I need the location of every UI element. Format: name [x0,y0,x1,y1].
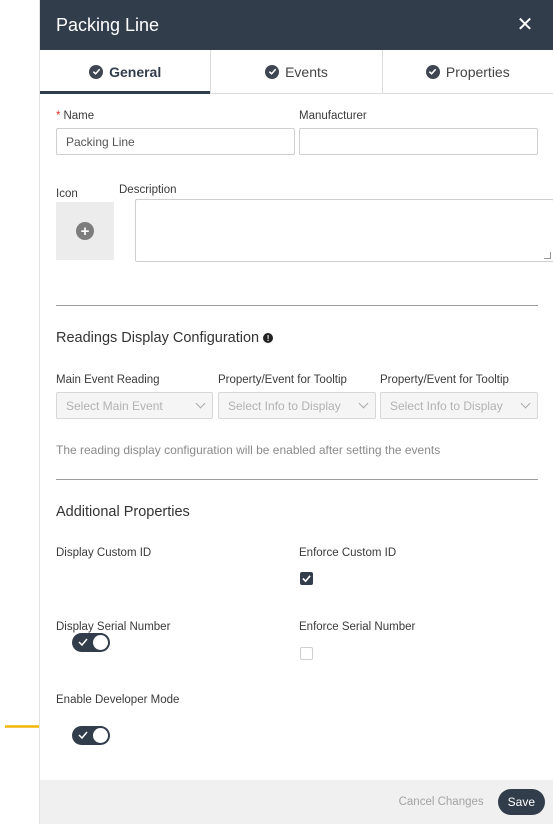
additional-section-title: Additional Properties [56,504,190,520]
toggle-knob [93,635,108,650]
enforce-serial-checkbox[interactable] [300,647,313,660]
main-event-select[interactable]: Select Main Event [56,392,213,419]
readings-note: The reading display configuration will b… [56,443,441,457]
tab-label: Events [285,63,328,80]
display-custom-id-toggle[interactable] [72,633,110,652]
icon-upload-button[interactable]: + [56,202,114,260]
info-icon[interactable]: ! [263,333,274,344]
chevron-down-icon [520,398,531,409]
enforce-custom-id-label: Enforce Custom ID [299,547,397,559]
tooltip1-label: Property/Event for Tooltip [218,374,347,386]
tab-bar: General Events Properties [40,50,553,94]
check-icon [302,575,311,583]
check-circle-icon [89,64,104,79]
enforce-serial-label: Enforce Serial Number [299,621,416,633]
tooltip2-select[interactable]: Select Info to Display [380,392,538,419]
resize-grip-icon[interactable] [544,252,551,259]
required-marker: * [56,110,61,122]
tooltip2-label: Property/Event for Tooltip [380,374,509,386]
tab-properties[interactable]: Properties [383,50,553,93]
tab-label: Properties [445,63,510,80]
main-event-label: Main Event Reading [56,374,160,386]
name-label: * Name [56,110,95,122]
check-icon [78,731,88,740]
chevron-down-icon [195,398,206,409]
name-input[interactable]: Packing Line [56,128,295,155]
panel-title: Packing Line [56,14,160,35]
check-icon [78,638,88,647]
enforce-custom-id-checkbox[interactable] [300,572,313,585]
close-icon[interactable]: ✕ [513,15,537,35]
tooltip1-select[interactable]: Select Info to Display [218,392,376,419]
chevron-down-icon [358,398,369,409]
description-label: Description [119,184,177,196]
section-divider [56,479,538,480]
tab-label: General [109,63,162,80]
manufacturer-label: Manufacturer [299,110,367,122]
check-circle-icon [265,64,280,79]
toggle-knob [93,728,108,743]
asset-editor-panel: Packing Line ✕ General Events Properties… [39,0,553,824]
check-circle-icon [425,64,440,79]
plus-icon: + [76,222,94,240]
developer-mode-label: Enable Developer Mode [56,694,180,706]
cancel-changes-button[interactable]: Cancel Changes [399,796,484,808]
tab-events[interactable]: Events [211,50,383,93]
description-textarea[interactable] [135,199,553,262]
readings-section-title: Readings Display Configuration! [56,330,274,346]
form-body: * Name Packing Line Manufacturer Icon + D… [40,95,553,824]
display-serial-label: Display Serial Number [56,621,171,633]
save-button[interactable]: Save [497,789,545,815]
section-divider [56,305,538,306]
manufacturer-input[interactable] [299,128,538,155]
display-serial-toggle[interactable] [72,726,110,745]
tab-general[interactable]: General [40,50,212,94]
icon-label: Icon [56,188,78,200]
panel-header: Packing Line ✕ [40,0,553,50]
display-custom-id-label: Display Custom ID [56,547,152,559]
panel-footer: Cancel Changes Save [40,780,553,824]
